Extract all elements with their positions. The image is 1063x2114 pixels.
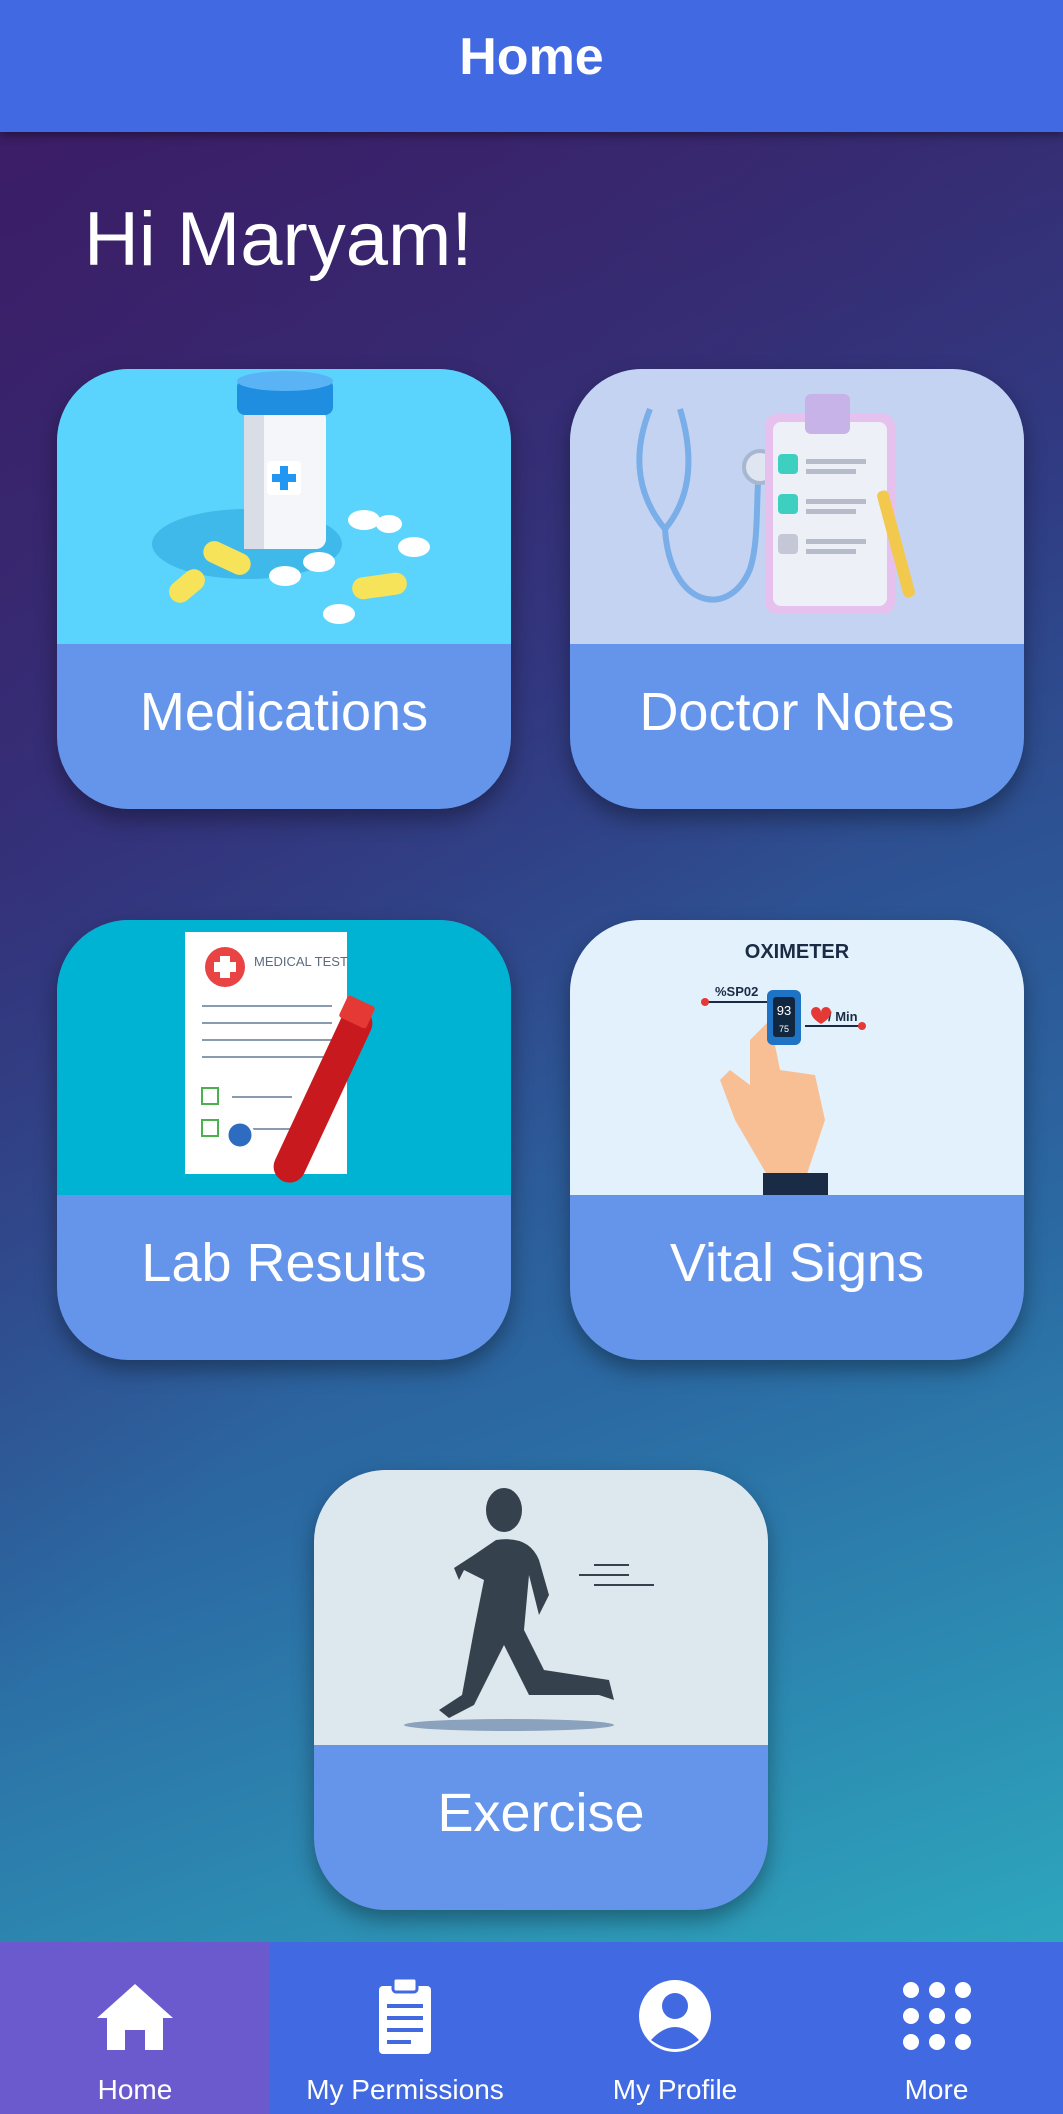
vital-signs-illustration: OXIMETER %SP02 / Min 93 75 — [570, 920, 1024, 1195]
grid-icon — [902, 1982, 971, 2050]
nav-my-profile[interactable]: My Profile — [540, 1942, 810, 2114]
medications-label: Medications — [139, 681, 429, 742]
medications-card[interactable]: Medications — [57, 369, 511, 809]
exercise-illustration — [314, 1470, 768, 1745]
doctor-notes-illustration — [570, 369, 1024, 644]
exercise-label: Exercise — [437, 1782, 645, 1843]
nav-my-permissions-label: My Permissions — [306, 2074, 504, 2105]
medications-illustration — [57, 369, 511, 644]
page-title: Home — [459, 28, 604, 86]
lab-medical-text: MEDICAL TEST — [254, 954, 348, 969]
nav-home-label: Home — [97, 2074, 173, 2105]
greeting-text: Hi Maryam! — [84, 197, 473, 282]
lab-results-label: Lab Results — [141, 1232, 427, 1293]
doctor-notes-label: Doctor Notes — [639, 681, 955, 742]
nav-more-label: More — [904, 2074, 969, 2105]
nav-home[interactable]: Home — [0, 1942, 270, 2114]
clipboard-icon — [379, 1976, 431, 2054]
exercise-card[interactable]: Exercise — [314, 1470, 768, 1910]
oximeter-value-2: 75 — [779, 1024, 789, 1034]
home-icon — [97, 1984, 173, 2050]
nav-my-permissions[interactable]: My Permissions — [270, 1942, 540, 2114]
rate-text: / Min — [828, 1009, 858, 1024]
doctor-notes-card[interactable]: Doctor Notes — [570, 369, 1024, 809]
oximeter-title: OXIMETER — [745, 941, 850, 963]
nav-more[interactable]: More — [810, 1942, 1063, 2114]
app-bar: Home — [0, 0, 1063, 132]
oximeter-value-1: 93 — [777, 1003, 791, 1018]
nav-my-profile-label: My Profile — [612, 2074, 738, 2105]
spo2-text: %SP02 — [715, 984, 758, 999]
vital-signs-label: Vital Signs — [669, 1232, 925, 1293]
profile-icon — [639, 1980, 711, 2052]
lab-results-card[interactable]: MEDICAL TEST Lab Results — [57, 920, 511, 1360]
lab-results-illustration: MEDICAL TEST — [57, 920, 511, 1195]
vital-signs-card[interactable]: OXIMETER %SP02 / Min 93 75 Vital Signs — [570, 920, 1024, 1360]
bottom-navigation: Home My Permissions My Profile More — [0, 1942, 1063, 2114]
